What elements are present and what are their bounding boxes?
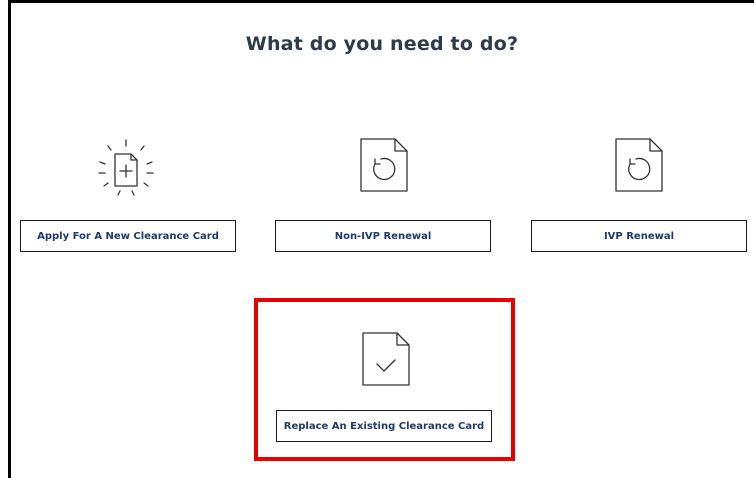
document-renew-icon[interactable] (351, 133, 415, 197)
ivp-renewal-button[interactable]: IVP Renewal (531, 220, 747, 252)
frame-border-left (8, 0, 11, 478)
document-add-icon[interactable] (94, 137, 158, 201)
selection-highlight (254, 298, 515, 461)
apply-new-card-button[interactable]: Apply For A New Clearance Card (20, 220, 236, 252)
page-title: What do you need to do? (245, 33, 519, 55)
document-renew-icon[interactable] (606, 133, 670, 197)
page-frame: What do you need to do? Apply For A New … (0, 0, 754, 478)
frame-border-top (10, 0, 754, 3)
non-ivp-renewal-button[interactable]: Non-IVP Renewal (275, 220, 491, 252)
